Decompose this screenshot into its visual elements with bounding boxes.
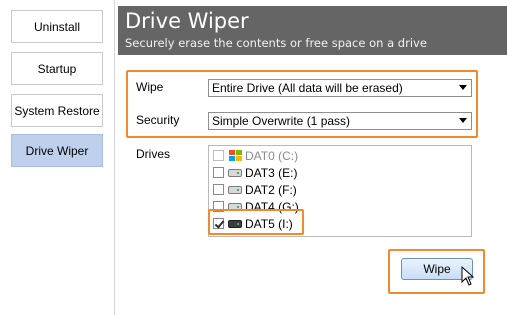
selected-drive-highlight — [208, 209, 304, 235]
wipe-select[interactable]: Entire Drive (All data will be erased) — [208, 79, 472, 97]
security-label: Security — [136, 113, 180, 127]
sidebar-item-label: System Restore — [14, 103, 100, 118]
sidebar-item-label: Startup — [37, 61, 77, 76]
page-subtitle: Securely erase the contents or free spac… — [125, 36, 427, 50]
sidebar-item-system-restore[interactable]: System Restore — [11, 94, 103, 127]
drive-item-dat0[interactable]: DAT0 (C:) — [213, 147, 298, 164]
drive-checkbox[interactable] — [213, 184, 224, 195]
main-panel: Drive Wiper Securely erase the contents … — [118, 0, 507, 315]
sidebar-item-uninstall[interactable]: Uninstall — [11, 10, 103, 43]
drive-item-dat3[interactable]: DAT3 (E:) — [213, 164, 297, 181]
drive-label: DAT2 (F:) — [245, 182, 297, 197]
drive-label: DAT0 (C:) — [245, 148, 299, 163]
drive-label: DAT3 (E:) — [245, 165, 298, 180]
sidebar-item-label: Drive Wiper — [25, 143, 89, 158]
chevron-down-icon — [459, 118, 467, 123]
page-title: Drive Wiper — [125, 9, 249, 33]
windows-drive-icon — [228, 149, 242, 163]
chevron-down-icon — [459, 85, 467, 90]
cursor-icon — [461, 266, 475, 286]
sidebar: Uninstall Startup System Restore Drive W… — [0, 0, 115, 315]
drive-checkbox[interactable] — [213, 167, 224, 178]
sidebar-item-startup[interactable]: Startup — [11, 52, 103, 85]
sidebar-item-drive-wiper[interactable]: Drive Wiper — [11, 134, 103, 167]
drive-icon — [228, 185, 242, 194]
security-select[interactable]: Simple Overwrite (1 pass) — [208, 112, 472, 130]
wipe-label: Wipe — [136, 80, 164, 94]
wipe-button-label: Wipe — [423, 262, 451, 276]
sidebar-item-label: Uninstall — [33, 19, 81, 34]
drive-checkbox[interactable] — [213, 150, 224, 161]
drive-icon — [228, 168, 242, 177]
drive-item-dat2[interactable]: DAT2 (F:) — [213, 181, 297, 198]
security-select-value: Simple Overwrite (1 pass) — [212, 114, 351, 128]
page-header: Drive Wiper Securely erase the contents … — [118, 6, 507, 55]
wipe-select-value: Entire Drive (All data will be erased) — [212, 81, 403, 95]
drives-label: Drives — [136, 147, 171, 161]
